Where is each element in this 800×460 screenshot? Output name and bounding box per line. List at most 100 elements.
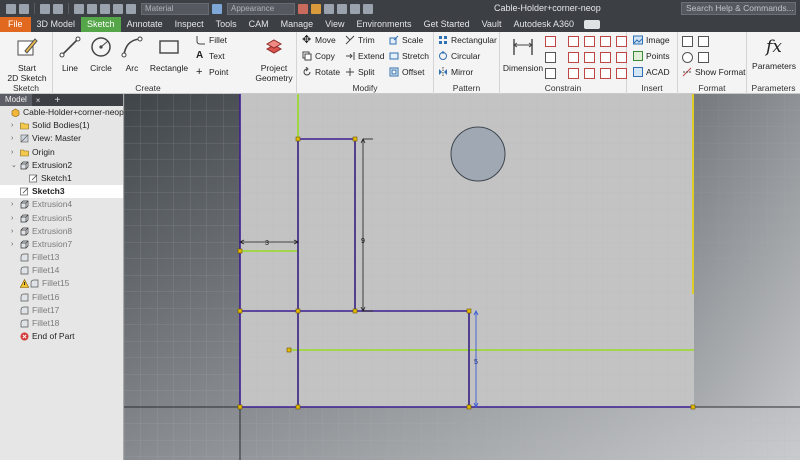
tab-autodesk-a360[interactable]: Autodesk A360 [507, 17, 580, 32]
image-button[interactable]: Image [633, 35, 670, 45]
undo-icon[interactable] [40, 3, 50, 14]
fillet-button[interactable]: Fillet [196, 35, 227, 45]
sketch-point[interactable] [237, 404, 243, 410]
sketch-point[interactable] [295, 308, 301, 314]
model-tab[interactable]: Model [0, 94, 32, 106]
tab-manage[interactable]: Manage [275, 17, 320, 32]
redo-icon[interactable] [53, 3, 63, 14]
clear-override-icon[interactable] [311, 3, 321, 14]
tab-sketch[interactable]: Sketch [81, 17, 121, 32]
dimension-button[interactable]: Dimension [502, 35, 544, 73]
sketch-point[interactable] [690, 404, 696, 410]
collapse-chevron-icon[interactable]: ⌄ [11, 159, 17, 172]
browser-node-fillet13[interactable]: Fillet13 [0, 251, 123, 264]
appearance-icon[interactable] [212, 3, 222, 14]
tangent-constraint-icon[interactable] [600, 36, 611, 47]
expand-chevron-icon[interactable]: › [11, 212, 13, 225]
sketch-point[interactable] [286, 347, 292, 353]
browser-node-fillet15[interactable]: Fillet15 [0, 277, 123, 290]
app-menu-icon[interactable] [6, 3, 16, 14]
browser-node-cable-holder-corner-neop[interactable]: Cable-Holder+corner-neop [0, 106, 124, 119]
browser-node-view-master[interactable]: › View: Master [0, 132, 123, 145]
points-button[interactable]: Points [633, 51, 670, 61]
trim-button[interactable]: Trim [345, 35, 375, 45]
stretch-button[interactable]: Stretch [389, 51, 429, 61]
constraint-settings-icon[interactable] [545, 52, 556, 63]
help-search-input[interactable]: Search Help & Commands... [681, 2, 796, 15]
browser-node-fillet16[interactable]: Fillet16 [0, 291, 123, 304]
tab-tools[interactable]: Tools [210, 17, 243, 32]
open-icon[interactable] [87, 3, 97, 14]
expand-chevron-icon[interactable]: › [11, 119, 13, 132]
centerline-icon[interactable] [698, 36, 709, 47]
measure-icon[interactable] [337, 3, 347, 14]
tab-vault[interactable]: Vault [476, 17, 508, 32]
browser-node-sketch1[interactable]: Sketch1 [0, 172, 123, 185]
sketch-point[interactable] [466, 308, 472, 314]
browser-node-fillet14[interactable]: Fillet14 [0, 264, 123, 277]
parallel-constraint-icon[interactable] [584, 36, 595, 47]
browser-node-solid-bodies-1[interactable]: › Solid Bodies(1) [0, 119, 123, 132]
hole-circle[interactable] [450, 126, 506, 182]
move-button[interactable]: ✥ Move [302, 35, 336, 46]
browser-node-extrusion5[interactable]: › Extrusion5 [0, 212, 123, 225]
center-point-icon[interactable] [682, 52, 693, 63]
save-icon[interactable] [100, 3, 110, 14]
coincident-constraint-icon[interactable] [568, 52, 579, 63]
browser-node-extrusion4[interactable]: › Extrusion4 [0, 198, 123, 211]
symmetric-constraint-icon[interactable] [616, 68, 627, 79]
fix-constraint-icon[interactable] [616, 52, 627, 63]
concentric-constraint-icon[interactable] [600, 52, 611, 63]
acad-button[interactable]: ACAD [633, 67, 670, 77]
tab-get-started[interactable]: Get Started [418, 17, 476, 32]
expand-chevron-icon[interactable]: › [11, 225, 13, 238]
scale-button[interactable]: Scale [389, 35, 423, 45]
rectangle-button[interactable]: Rectangle [149, 35, 189, 73]
browser-node-fillet17[interactable]: Fillet17 [0, 304, 123, 317]
offset-button[interactable]: Offset [389, 67, 425, 77]
equal-constraint-icon[interactable] [600, 68, 611, 79]
dimension-value-3[interactable]: 3 [265, 240, 269, 247]
driven-dimension-icon[interactable] [698, 52, 709, 63]
expand-chevron-icon[interactable]: › [11, 198, 13, 211]
parameters-icon[interactable] [324, 3, 334, 14]
perpendicular-constraint-icon[interactable] [568, 36, 579, 47]
home-icon[interactable] [74, 3, 84, 14]
tab-cam[interactable]: CAM [243, 17, 275, 32]
material-dropdown[interactable]: Material [141, 2, 209, 15]
browser-node-extrusion2[interactable]: ⌄ Extrusion2 [0, 159, 123, 172]
copy-button[interactable]: Copy [302, 51, 335, 61]
add-browser-icon[interactable]: + [54, 95, 60, 106]
expand-chevron-icon[interactable]: › [11, 146, 13, 159]
show-format-button[interactable]: Show Format [682, 67, 746, 77]
circular-pattern-button[interactable]: Circular [438, 51, 480, 61]
tab-view[interactable]: View [319, 17, 350, 32]
tab-environments[interactable]: Environments [351, 17, 418, 32]
sketch-point[interactable] [237, 248, 243, 254]
tab-3d-model[interactable]: 3D Model [31, 17, 82, 32]
horizontal-constraint-icon[interactable] [568, 68, 579, 79]
project-geometry-button[interactable]: Project Geometry [252, 35, 296, 83]
sketch-point[interactable] [295, 404, 301, 410]
browser-node-extrusion8[interactable]: › Extrusion8 [0, 225, 123, 238]
expand-chevron-icon[interactable]: › [11, 238, 13, 251]
rotate-button[interactable]: Rotate [302, 67, 340, 77]
circle-button[interactable]: Circle [87, 35, 115, 73]
sketch-point[interactable] [352, 308, 358, 314]
point-button[interactable]: + Point [196, 67, 228, 78]
tab-file[interactable]: File [0, 17, 31, 32]
parameters-button[interactable]: fx Parameters [750, 35, 798, 71]
update-icon[interactable] [113, 3, 123, 14]
sketch-point[interactable] [237, 308, 243, 314]
dimension-value-9[interactable]: 9 [361, 238, 365, 245]
line-button[interactable]: Line [57, 35, 83, 73]
browser-node-end-of-part[interactable]: End of Part [0, 330, 123, 343]
rectangular-pattern-button[interactable]: Rectangular [438, 35, 497, 45]
mirror-button[interactable]: Mirror [438, 67, 473, 77]
sketch-point[interactable] [295, 136, 301, 142]
appearance-dropdown[interactable]: Appearance [227, 2, 295, 15]
expand-chevron-icon[interactable]: › [11, 132, 13, 145]
tab-inspect[interactable]: Inspect [169, 17, 210, 32]
sketch-point[interactable] [352, 136, 358, 142]
new-icon[interactable] [19, 3, 29, 14]
